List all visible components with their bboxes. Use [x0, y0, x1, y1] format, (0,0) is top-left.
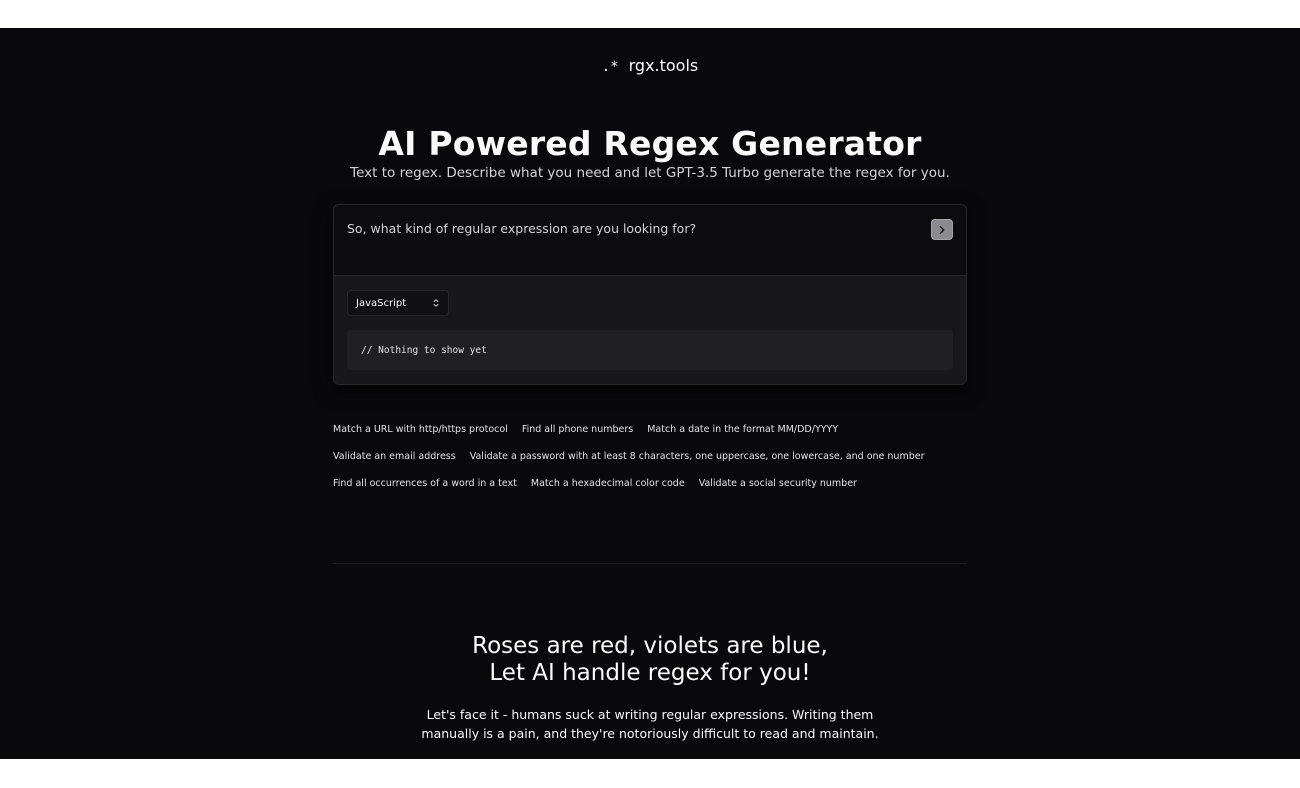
- section-divider: [333, 563, 967, 564]
- regex-output: // Nothing to show yet: [347, 330, 953, 370]
- submit-button[interactable]: [931, 219, 953, 240]
- regex-logo-icon: .*: [601, 58, 619, 75]
- about-text: Let's face it - humans suck at writing r…: [0, 705, 1300, 743]
- example-prompt[interactable]: Validate a password with at least 8 char…: [470, 451, 925, 462]
- chevron-right-icon: [939, 225, 945, 234]
- generator-card: JavaScript // Nothing to show yet: [333, 204, 967, 385]
- about-text-line: Let's face it - humans suck at writing r…: [426, 707, 874, 722]
- site-name: rgx.tools: [628, 56, 699, 75]
- example-row: Validate an email address Validate a pas…: [333, 443, 973, 470]
- regex-prompt-input[interactable]: [347, 218, 907, 238]
- example-prompt[interactable]: Find all phone numbers: [522, 424, 633, 435]
- page-subtitle: Text to regex. Describe what you need an…: [350, 165, 950, 181]
- poem-line: Roses are red, violets are blue,: [472, 633, 828, 659]
- example-prompts: Match a URL with http/https protocol Fin…: [333, 416, 973, 497]
- language-select[interactable]: JavaScript: [347, 290, 449, 316]
- example-prompt[interactable]: Validate an email address: [333, 451, 456, 462]
- prompt-area: [334, 205, 966, 276]
- example-row: Find all occurrences of a word in a text…: [333, 470, 973, 497]
- example-prompt[interactable]: Find all occurrences of a word in a text: [333, 478, 517, 489]
- poem-line: Let AI handle regex for you!: [489, 660, 811, 686]
- chevron-up-down-icon: [433, 299, 439, 307]
- example-prompt[interactable]: Match a date in the format MM/DD/YYYY: [647, 424, 838, 435]
- example-prompt[interactable]: Match a hexadecimal color code: [531, 478, 685, 489]
- page-frame: .* rgx.tools AI Powered Regex Generator …: [0, 28, 1300, 759]
- output-area: JavaScript // Nothing to show yet: [334, 276, 966, 384]
- about-heading: Roses are red, violets are blue, Let AI …: [0, 633, 1300, 687]
- about-text-line: manually is a pain, and they're notoriou…: [421, 726, 879, 741]
- site-logo[interactable]: .* rgx.tools: [0, 56, 1300, 75]
- example-row: Match a URL with http/https protocol Fin…: [333, 416, 973, 443]
- language-select-value: JavaScript: [356, 297, 407, 309]
- page-title: AI Powered Regex Generator: [378, 124, 922, 163]
- example-prompt[interactable]: Match a URL with http/https protocol: [333, 424, 508, 435]
- example-prompt[interactable]: Validate a social security number: [699, 478, 857, 489]
